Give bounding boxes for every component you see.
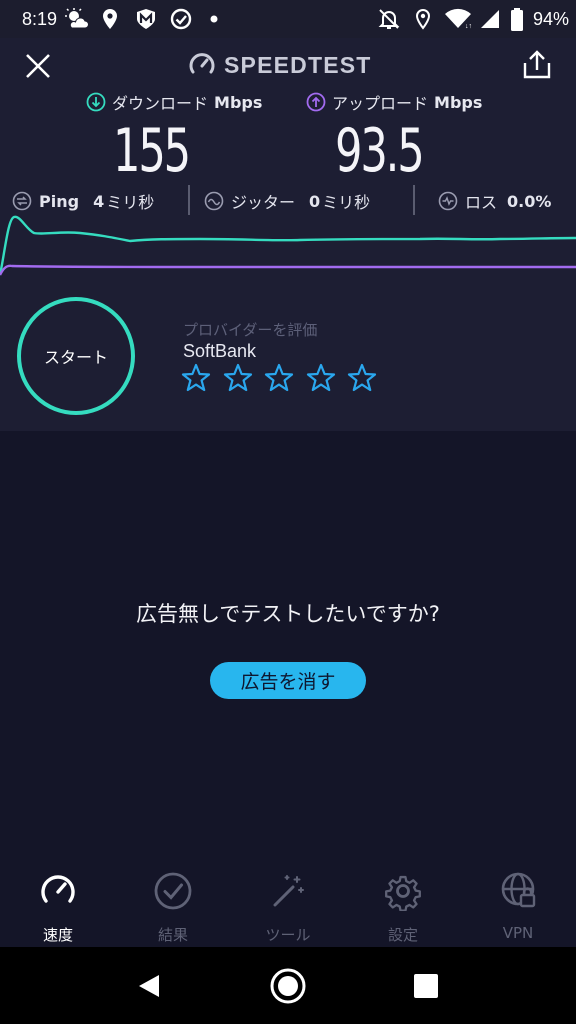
vpn-globe-lock-icon — [501, 872, 536, 908]
nav-speed[interactable]: 速度 — [8, 869, 108, 945]
rating-star-icon[interactable] — [264, 363, 294, 393]
ping-unit: ミリ秒 — [106, 193, 155, 212]
loss-value: 0.0% — [507, 191, 552, 211]
upload-label: アップロード Mbps — [306, 90, 482, 114]
upload-unit: Mbps — [434, 92, 483, 112]
status-bar: 8:19 ↓↑ 94% — [0, 0, 576, 38]
check-circle-icon — [154, 872, 192, 910]
system-navigation-bar — [0, 947, 576, 1024]
results-panel: SPEEDTEST ダウンロード Mbps 155 アップロード Mbps 93… — [0, 38, 576, 431]
nav-tools[interactable]: ツール — [238, 869, 338, 945]
svg-text:↓↑: ↓↑ — [465, 23, 472, 30]
rating-star-icon[interactable] — [347, 363, 377, 393]
jitter-unit: ミリ秒 — [322, 193, 371, 212]
nav-label: ツール — [265, 926, 311, 944]
nav-label: 設定 — [387, 926, 418, 944]
wifi-icon: ↓↑ — [445, 8, 472, 30]
rating-star-icon[interactable] — [223, 363, 253, 393]
ad-free-question: 広告無しでテストしたいですか? — [136, 602, 440, 626]
nav-label: 結果 — [157, 926, 188, 944]
recents-button[interactable] — [413, 973, 439, 999]
battery-percentage: 94% — [533, 9, 570, 29]
notification-dot-icon — [210, 15, 218, 23]
loss-stat: ロス 0.0% — [438, 189, 551, 213]
weather-icon — [65, 8, 89, 29]
ping-stat: Ping 4 ミリ秒 — [12, 189, 154, 213]
ping-label: Ping — [39, 191, 80, 211]
nav-results[interactable]: 結果 — [123, 869, 223, 945]
location-icon — [103, 9, 117, 29]
rating-star-icon[interactable] — [181, 363, 211, 393]
start-button-label: スタート — [43, 348, 108, 367]
battery-icon — [511, 8, 523, 31]
gear-icon — [385, 875, 421, 911]
speed-graph — [0, 215, 576, 276]
speed-gauge-icon — [41, 875, 75, 903]
jitter-icon — [204, 191, 224, 211]
packet-loss-icon — [438, 191, 458, 211]
app-title: SPEEDTEST — [188, 50, 372, 80]
upload-arrow-icon — [306, 92, 326, 112]
provider-rating-caption: プロバイダーを評価 — [183, 321, 318, 339]
rating-star-icon[interactable] — [306, 363, 336, 393]
rating-stars — [181, 363, 389, 393]
upload-graph-line — [0, 264, 576, 276]
jitter-label: ジッター — [231, 193, 296, 212]
nav-settings[interactable]: 設定 — [353, 869, 453, 945]
jitter-stat: ジッター 0 ミリ秒 — [204, 189, 370, 213]
download-arrow-icon — [86, 92, 106, 112]
download-label: ダウンロード Mbps — [86, 90, 262, 114]
magic-wand-icon — [273, 875, 304, 907]
page-title: SPEEDTEST — [224, 51, 372, 78]
loss-label: ロス — [465, 193, 498, 212]
jitter-value: 0 — [309, 191, 321, 211]
close-button[interactable] — [22, 50, 54, 82]
cell-signal-icon — [481, 10, 499, 28]
share-button[interactable] — [521, 49, 553, 81]
ping-icon — [12, 191, 32, 211]
remove-ads-label: 広告を消す — [240, 671, 336, 693]
back-button[interactable] — [135, 972, 163, 1000]
bottom-navigation: 速度 結果 ツール 設定 VPN — [0, 861, 576, 947]
download-label-text: ダウンロード — [112, 94, 209, 113]
remove-ads-button[interactable]: 広告を消す — [210, 662, 366, 699]
start-button[interactable]: スタート — [17, 297, 135, 415]
upload-label-text: アップロード — [332, 94, 429, 113]
status-time: 8:19 — [22, 9, 58, 29]
nav-vpn[interactable]: VPN — [468, 869, 568, 945]
home-button[interactable] — [269, 967, 307, 1005]
check-badge-icon — [170, 8, 192, 30]
bell-off-icon — [378, 9, 400, 29]
upload-value: 93.5 — [335, 116, 425, 186]
speedtest-logo-icon — [189, 53, 215, 74]
download-unit: Mbps — [214, 92, 263, 112]
nav-label: 速度 — [42, 926, 73, 944]
provider-name: SoftBank — [183, 341, 257, 361]
location-outline-icon — [415, 8, 431, 30]
nav-label: VPN — [502, 924, 534, 942]
security-shield-icon — [137, 9, 155, 29]
ping-value: 4 — [93, 191, 105, 211]
download-value: 155 — [113, 116, 191, 186]
